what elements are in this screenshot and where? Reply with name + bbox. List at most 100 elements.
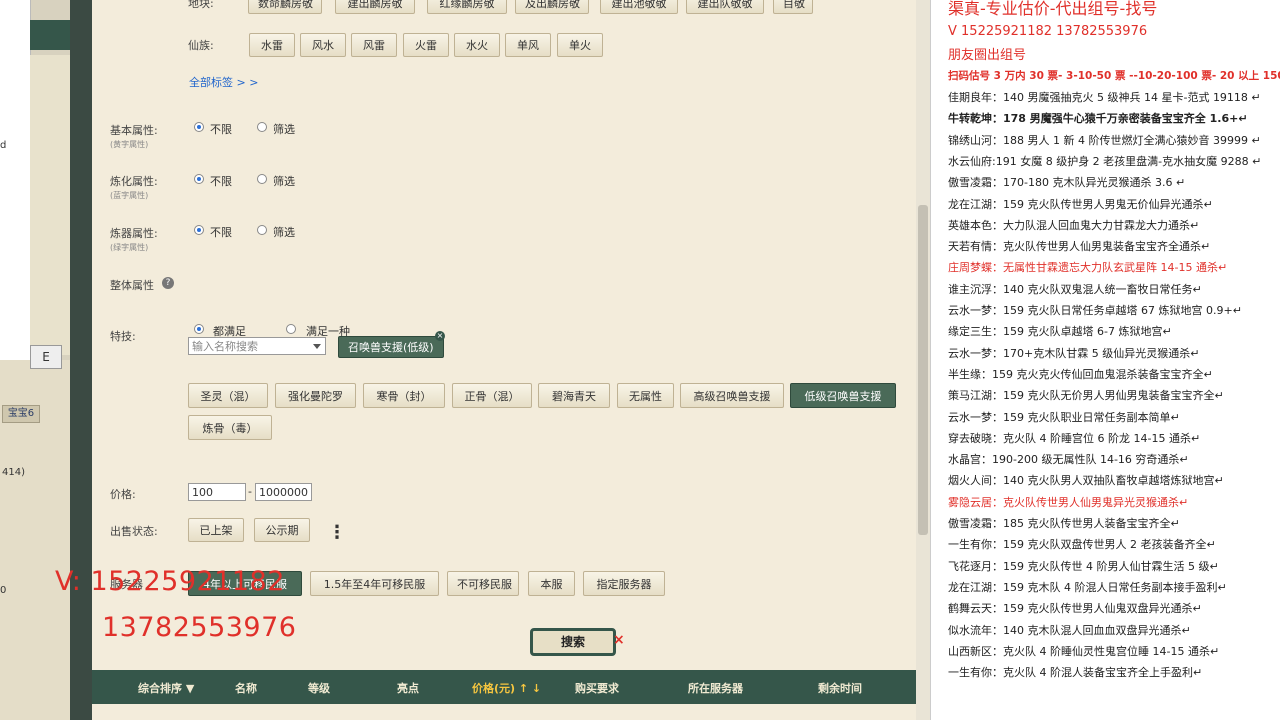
top-filter-button[interactable]: 建出池敬敬 — [600, 0, 678, 14]
top-row-label: 地块: — [188, 0, 214, 10]
refine-attr-unlimited-radio[interactable] — [194, 174, 204, 184]
xianzu-button[interactable]: 单火 — [557, 33, 603, 57]
background-app-header — [30, 20, 70, 50]
skill-button[interactable]: 低级召唤兽支援 — [790, 383, 896, 408]
basic-attr-sublabel: (黄字属性) — [110, 140, 149, 149]
promo-line: 锦绣山河：188 男人 1 新 4 阶传世燃灯全满心猿妙音 39999 ↵ — [948, 133, 1261, 147]
promo-line: 龙在江湖：159 克火队传世男人男鬼无价仙异光通杀↵ — [948, 197, 1213, 211]
col-highlights: 亮点 — [397, 682, 419, 695]
top-filter-button[interactable]: 数命麟房敬 — [248, 0, 322, 14]
skill-button[interactable]: 圣灵（混） — [188, 383, 268, 408]
basic-attr-filter-label: 筛选 — [273, 123, 295, 136]
background-app-panel — [0, 0, 31, 360]
partial-button[interactable]: E — [30, 345, 62, 369]
basic-attr-filter-radio[interactable] — [257, 122, 267, 132]
server-button[interactable]: 本服 — [528, 571, 575, 596]
xianzu-button[interactable]: 火雷 — [403, 33, 449, 57]
skill-button[interactable]: 正骨（混） — [452, 383, 532, 408]
skill-search-input[interactable]: 输入名称搜索 — [188, 337, 326, 355]
number-text: 414) — [2, 467, 25, 478]
col-price[interactable]: 价格(元) ↑ ↓ — [472, 680, 541, 696]
promo-line: 佳期良年：140 男魔强抽克火 5 级神兵 14 星卡-范式 19118 ↵ — [948, 91, 1261, 104]
side-text-b: 0 — [0, 585, 7, 596]
top-filter-button[interactable]: 及出麟房敬 — [515, 0, 589, 14]
server-button[interactable]: 不可移民服 — [447, 571, 519, 596]
xianzu-label: 仙族: — [188, 39, 214, 52]
refine-attr-sublabel: (蓝字属性) — [110, 191, 149, 200]
skill-one-radio[interactable] — [286, 324, 296, 334]
sale-status-button[interactable]: 公示期 — [254, 518, 310, 542]
selected-skill-tag[interactable]: 召唤兽支援(低级) — [338, 336, 444, 358]
promo-line: 半生缘：159 克火克火传仙回血鬼混杀装备宝宝齐全↵ — [948, 367, 1213, 381]
all-tags-link[interactable]: 全部标签 > > — [189, 74, 258, 90]
col-remaining-time: 剩余时间 — [818, 682, 862, 695]
skill-button[interactable]: 无属性 — [617, 383, 674, 408]
col-sort[interactable]: 综合排序 ▼ — [138, 680, 194, 696]
col-level: 等级 — [308, 682, 330, 695]
promo-line: 策马江湖：159 克火队无价男人男仙男鬼装备宝宝齐全↵ — [948, 389, 1224, 403]
promo-line: 山西新区：克火队 4 阶睡仙灵性鬼宫位睡 14-15 通杀↵ — [948, 644, 1220, 658]
xianzu-button[interactable]: 水雷 — [249, 33, 295, 57]
top-filter-button[interactable]: 目敬 — [773, 0, 813, 14]
promo-line: 谁主沉浮：140 克火队双鬼混人统一畜牧日常任务↵ — [948, 282, 1202, 296]
scrollbar-thumb[interactable] — [918, 205, 928, 535]
sale-status-button[interactable]: 已上架 — [188, 518, 244, 542]
xianzu-button[interactable]: 单风 — [505, 33, 551, 57]
skill-label: 特技: — [110, 330, 136, 343]
overall-attr-label: 整体属性 — [110, 279, 154, 292]
more-options-icon[interactable]: ⋮ — [328, 522, 346, 543]
promo-line: 天若有情：克火队传世男人仙男鬼装备宝宝齐全通杀↵ — [948, 240, 1211, 254]
xianzu-button[interactable]: 水火 — [454, 33, 500, 57]
promo-line: 水晶宫：190-200 级无属性队 14-16 穷奇通杀↵ — [948, 453, 1189, 467]
main-scrollbar[interactable] — [916, 0, 930, 720]
side-text: d — [0, 140, 7, 151]
search-button[interactable]: 搜索 — [530, 628, 616, 656]
refine-attr-filter-label: 筛选 — [273, 175, 295, 188]
background-app-window: d E 宝宝6 414) 0 — [0, 0, 70, 720]
top-filter-button[interactable]: 建出队敬敬 — [686, 0, 764, 14]
basic-attr-unlimited-radio[interactable] — [194, 122, 204, 132]
chevron-down-icon[interactable] — [313, 344, 321, 349]
server-button[interactable]: 指定服务器 — [583, 571, 665, 596]
skill-button[interactable]: 强化曼陀罗 — [275, 383, 356, 408]
server-button[interactable]: 1.5年至4年可移民服 — [310, 571, 439, 596]
promo-line: 傲雪凌霜：170-180 克木队异光灵猴通杀 3.6 ↵ — [948, 176, 1186, 190]
forge-attr-label: 炼器属性: — [110, 227, 158, 240]
close-icon[interactable]: × — [613, 632, 625, 648]
price-separator: - — [248, 485, 252, 498]
promo-line: 雾隐云居：克火队传世男人仙男鬼异光灵猴通杀↵ — [948, 495, 1189, 509]
promo-line: 一生有你：159 克火队双盘传世男人 2 老孩装备齐全↵ — [948, 538, 1216, 552]
col-name: 名称 — [235, 682, 257, 695]
promo-line: 烟火人间：140 克火队男人双抽队畜牧卓越塔炼狱地宫↵ — [948, 474, 1224, 488]
forge-attr-unlimited-radio[interactable] — [194, 225, 204, 235]
promo-line: 牛转乾坤：178 男魔强牛心猿千万亲密装备宝宝齐全 1.6+↵ — [948, 112, 1248, 126]
promo-line: 庄周梦蝶：无属性甘霖遗忘大力队玄武星阵 14-15 通杀↵ — [948, 261, 1228, 275]
sale-status-label: 出售状态: — [110, 525, 158, 538]
remove-tag-icon[interactable]: × — [435, 331, 445, 341]
refine-attr-label: 炼化属性: — [110, 175, 158, 188]
promo-line: 一生有你：克火队 4 阶混人装备宝宝齐全上手盈利↵ — [948, 666, 1203, 680]
xianzu-button[interactable]: 风雷 — [351, 33, 397, 57]
price-min-input[interactable]: 100 — [188, 483, 246, 501]
promo-line: 云水一梦：170+克木队甘霖 5 级仙异光灵猴通杀↵ — [948, 346, 1200, 360]
promo-note: 朋友圈出组号 — [948, 48, 1027, 63]
skill-all-radio[interactable] — [194, 324, 204, 334]
top-filter-button[interactable]: 红缘麟房敬 — [427, 0, 507, 14]
skill-button[interactable]: 寒骨（封） — [363, 383, 445, 408]
help-icon[interactable]: ? — [162, 277, 174, 289]
basic-attr-unlimited-label: 不限 — [210, 123, 232, 136]
window-separator — [70, 0, 92, 720]
col-requirement: 购买要求 — [575, 682, 619, 695]
skill-button[interactable]: 高级召唤兽支援 — [680, 383, 784, 408]
top-filter-button[interactable]: 建出麟房敬 — [335, 0, 415, 14]
skill-button[interactable]: 炼骨（毒） — [188, 415, 272, 440]
basic-attr-label: 基本属性: — [110, 124, 158, 137]
xianzu-button[interactable]: 风水 — [300, 33, 346, 57]
refine-attr-filter-radio[interactable] — [257, 174, 267, 184]
price-max-input[interactable]: 1000000 — [255, 483, 312, 501]
tab-baobao6[interactable]: 宝宝6 — [2, 405, 40, 423]
skill-button[interactable]: 碧海青天 — [538, 383, 610, 408]
forge-attr-unlimited-label: 不限 — [210, 226, 232, 239]
forge-attr-filter-radio[interactable] — [257, 225, 267, 235]
promo-line: 水云仙府:191 女魔 8 级护身 2 老孩里盘满-克水抽女魔 9288 ↵ — [948, 154, 1262, 168]
